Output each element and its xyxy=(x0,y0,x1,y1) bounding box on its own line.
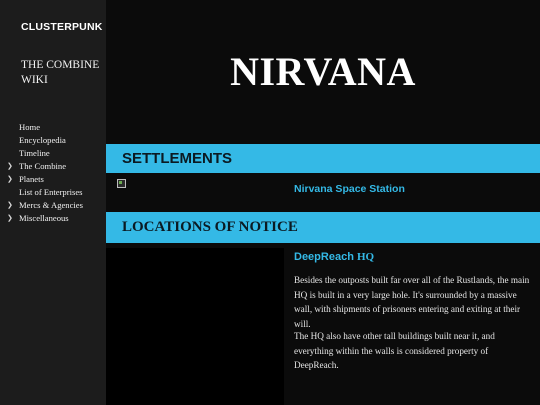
site-brand[interactable]: CLUSTERPUNK xyxy=(21,21,103,33)
nirvana-space-station-link[interactable]: Nirvana Space Station xyxy=(294,183,405,195)
sidebar-item-planets[interactable]: ❯ Planets xyxy=(0,173,106,186)
sidebar-item-home[interactable]: Home xyxy=(0,121,106,134)
chevron-down-icon[interactable]: ❯ xyxy=(7,173,13,186)
chevron-down-icon[interactable]: ❯ xyxy=(7,199,13,212)
main-content: NIRVANA SETTLEMENTS Nirvana Space Statio… xyxy=(106,0,540,405)
chevron-down-icon[interactable]: ❯ xyxy=(7,212,13,225)
sidebar-item-label: Encyclopedia xyxy=(19,135,66,145)
sidebar-item-list-of-enterprises[interactable]: List of Enterprises xyxy=(0,186,106,199)
chevron-down-icon[interactable]: ❯ xyxy=(7,160,13,173)
sidebar-item-label: Miscellaneous xyxy=(19,213,69,223)
broken-image-icon xyxy=(117,179,126,188)
sidebar-item-label: The Combine xyxy=(19,161,67,171)
deepreach-name: DeepReach xyxy=(294,251,354,263)
sidebar-item-timeline[interactable]: Timeline xyxy=(0,147,106,160)
deepreach-hq-suffix: HQ xyxy=(356,251,375,263)
locations-heading: LOCATIONS OF NOTICE xyxy=(122,219,298,235)
sidebar-item-miscellaneous[interactable]: ❯ Miscellaneous xyxy=(0,212,106,225)
page-title: NIRVANA xyxy=(230,49,416,94)
deepreach-description-1: Besides the outposts built far over all … xyxy=(294,275,530,329)
location-image-placeholder xyxy=(106,248,284,405)
settlements-heading: SETTLEMENTS xyxy=(122,150,233,167)
sidebar-item-label: List of Enterprises xyxy=(19,187,83,197)
sidebar-nav: Home Encyclopedia Timeline ❯ The Combine… xyxy=(0,121,106,225)
sidebar-item-label: Home xyxy=(19,122,41,132)
settlements-section-bar: SETTLEMENTS xyxy=(106,144,540,173)
deepreach-description-2: The HQ also have other tall buildings bu… xyxy=(294,331,495,370)
locations-section-bar: LOCATIONS OF NOTICE xyxy=(106,212,540,243)
sidebar-item-label: Mercs & Agencies xyxy=(19,200,83,210)
sidebar-item-label: Timeline xyxy=(19,148,50,158)
sidebar-item-encyclopedia[interactable]: Encyclopedia xyxy=(0,134,106,147)
wiki-title[interactable]: THE COMBINE WIKI xyxy=(21,58,101,88)
sidebar-item-mercs-agencies[interactable]: ❯ Mercs & Agencies xyxy=(0,199,106,212)
deepreach-heading[interactable]: DeepReach HQ xyxy=(294,251,374,263)
sidebar-item-label: Planets xyxy=(19,174,44,184)
sidebar-item-the-combine[interactable]: ❯ The Combine xyxy=(0,160,106,173)
sidebar: CLUSTERPUNK THE COMBINE WIKI Home Encycl… xyxy=(0,0,106,405)
